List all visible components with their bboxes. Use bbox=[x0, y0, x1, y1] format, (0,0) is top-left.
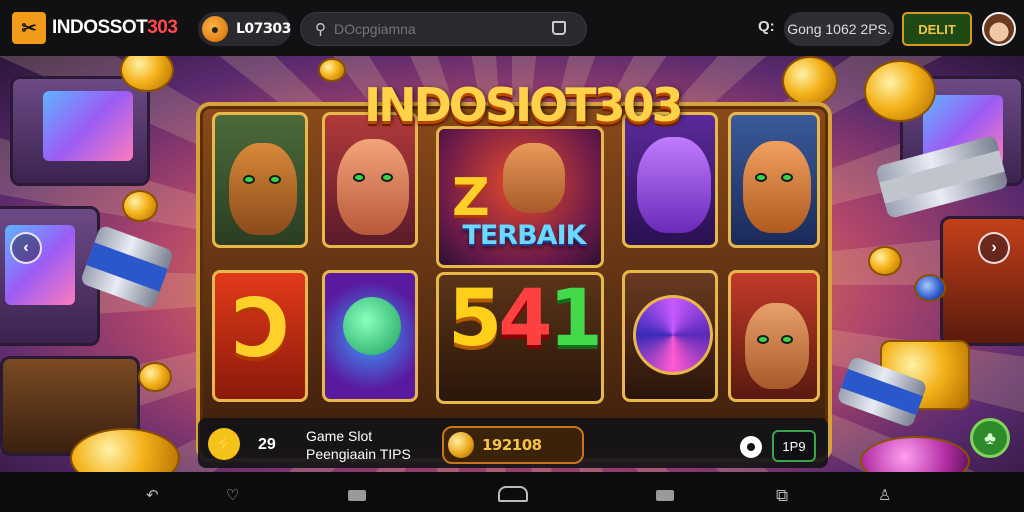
menu-logo-icon[interactable]: ✂ bbox=[12, 12, 46, 44]
game-subtitle: Peengiaain TIPS bbox=[306, 446, 411, 462]
search-input[interactable] bbox=[334, 21, 534, 37]
coin-decoration bbox=[122, 190, 158, 222]
balance-pill[interactable]: ● L07З03 bbox=[198, 12, 291, 46]
search-bar[interactable]: ⚲ bbox=[300, 12, 587, 46]
princess-face bbox=[745, 303, 809, 389]
recent-icon[interactable] bbox=[656, 490, 674, 501]
symbol-princess[interactable] bbox=[728, 270, 820, 402]
symbol-cat[interactable] bbox=[322, 112, 418, 248]
menu-icon[interactable] bbox=[348, 490, 366, 501]
eye bbox=[757, 335, 769, 344]
home-icon[interactable] bbox=[498, 486, 528, 502]
cat-face bbox=[337, 139, 409, 235]
search-icon: ⚲ bbox=[315, 21, 326, 38]
dolphin-face bbox=[637, 137, 711, 233]
d-symbol: Ɔ bbox=[232, 282, 291, 375]
info-dot bbox=[747, 443, 755, 451]
eye bbox=[269, 175, 281, 184]
can-band bbox=[86, 242, 168, 292]
coin-decoration bbox=[318, 58, 346, 82]
account-icon[interactable]: ♙ bbox=[878, 486, 891, 504]
symbol-gem-wheel[interactable] bbox=[622, 270, 718, 402]
coin-icon: ● bbox=[202, 16, 228, 42]
eye bbox=[381, 173, 393, 182]
brand-accent: 303 bbox=[147, 17, 178, 38]
background-machine bbox=[10, 76, 150, 186]
z-symbol: Z bbox=[452, 168, 490, 228]
balance-value: L07З03 bbox=[236, 21, 291, 37]
lines-button[interactable]: 1P9 bbox=[772, 430, 816, 462]
number-c: 1 bbox=[548, 274, 603, 364]
fox-face bbox=[743, 141, 811, 233]
bolt-icon[interactable]: ⚡ bbox=[208, 428, 240, 460]
symbol-dolphin[interactable] bbox=[622, 112, 718, 248]
brand-name[interactable]: INDOSSOT303 bbox=[52, 17, 178, 39]
bookmark-icon[interactable]: ♡ bbox=[226, 486, 239, 504]
eye bbox=[243, 175, 255, 184]
orb bbox=[343, 297, 401, 355]
hero-face bbox=[503, 143, 565, 213]
eye bbox=[755, 173, 767, 182]
chip-decoration bbox=[914, 274, 946, 302]
coin-icon bbox=[448, 432, 474, 458]
tabs-icon[interactable]: ⧉ bbox=[776, 486, 788, 506]
eye bbox=[781, 173, 793, 182]
win-display[interactable]: 192108 bbox=[442, 426, 584, 464]
game-title: Game Slot bbox=[306, 428, 373, 444]
coin-decoration bbox=[138, 362, 172, 392]
bag-icon[interactable] bbox=[552, 21, 566, 35]
jackal-face bbox=[229, 143, 297, 235]
help-icon[interactable]: Q: bbox=[758, 18, 775, 35]
symbol-jackal[interactable] bbox=[212, 112, 308, 248]
bet-value: 29 bbox=[258, 436, 276, 453]
brand-main: INDOSSOT bbox=[52, 17, 148, 38]
app-root: ✂ INDOSSOT303 ● L07З03 ⚲ Q: Gong 1062 2P… bbox=[0, 0, 1024, 512]
coin-decoration bbox=[864, 60, 936, 122]
game-title-art: INDOSIOT303 bbox=[364, 78, 684, 132]
info-icon[interactable] bbox=[740, 436, 762, 458]
win-value: 192108 bbox=[482, 436, 542, 454]
prev-arrow-button[interactable]: ‹ bbox=[10, 232, 42, 264]
number-a: 5 bbox=[448, 274, 502, 364]
eye bbox=[353, 173, 365, 182]
machine-screen bbox=[43, 91, 133, 161]
gem-wheel bbox=[633, 295, 713, 375]
coin-decoration bbox=[782, 56, 838, 106]
symbol-orb[interactable] bbox=[322, 270, 418, 402]
number-symbol: 541 bbox=[448, 274, 603, 364]
bonus-icon[interactable]: ♣ bbox=[970, 418, 1010, 458]
symbol-fox-king[interactable] bbox=[728, 112, 820, 248]
cash-display[interactable]: Gong 1062 2PS. bbox=[784, 12, 894, 46]
avatar[interactable] bbox=[982, 12, 1016, 46]
coin-decoration bbox=[868, 246, 902, 276]
back-icon[interactable]: ↶ bbox=[146, 486, 159, 504]
next-arrow-button[interactable]: › bbox=[978, 232, 1010, 264]
eye bbox=[781, 335, 793, 344]
number-b: 4 bbox=[498, 274, 552, 364]
deposit-button[interactable]: DELIT bbox=[902, 12, 972, 46]
terbaik-label: TERBAIK bbox=[462, 220, 586, 251]
